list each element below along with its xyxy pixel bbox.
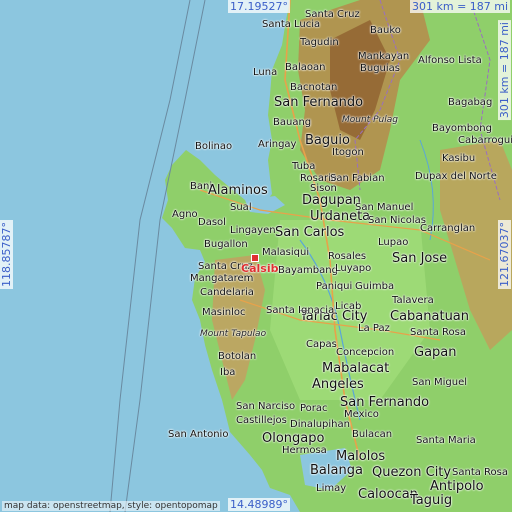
city-label: Itogon <box>332 147 364 158</box>
right-longitude: 121.67037° <box>498 220 511 289</box>
city-label: Santa Lucia <box>262 19 321 30</box>
city-label: San Miguel <box>412 377 468 388</box>
city-label: Alfonso Lista <box>418 55 482 66</box>
city-label: Dagupan <box>302 193 361 208</box>
city-label: San Fernando <box>274 95 364 110</box>
city-label: La Paz <box>358 323 390 334</box>
city-label: Hermosa <box>282 445 327 456</box>
city-label: Dinalupihan <box>290 419 350 430</box>
city-label: San Jose <box>392 251 448 266</box>
city-label: Olongapo <box>262 431 325 446</box>
city-label: Santa Rosa <box>452 467 508 478</box>
city-label: Cabanatuan <box>390 309 470 324</box>
city-label: San Antonio <box>168 429 229 440</box>
scale-bar-horizontal: 301 km = 187 mi <box>410 0 511 13</box>
city-label: Aringay <box>258 139 297 150</box>
mountain-label: Mount Tapulao <box>200 329 267 339</box>
city-label: Mabalacat <box>322 361 390 376</box>
target-label: Calsib <box>241 262 279 275</box>
city-label: Castillejos <box>236 415 287 426</box>
city-label: Santa Ignacia <box>266 305 335 316</box>
city-label: Santa Rosa <box>410 327 466 338</box>
city-label: Kasibu <box>442 153 476 164</box>
city-label: Capas <box>306 339 337 350</box>
city-label: San Nicolas <box>368 215 426 226</box>
top-latitude: 17.19527° <box>228 0 290 13</box>
city-label: Carranglan <box>420 223 476 234</box>
city-label: Bauko <box>370 25 401 36</box>
city-label: Candelaria <box>200 287 254 298</box>
map-view[interactable]: Santa Cruz Santa Lucia Tagudin Bauko Man… <box>0 0 512 512</box>
city-label: Paniqui <box>316 281 353 292</box>
city-label: Balaoan <box>285 62 326 73</box>
city-label: San Manuel <box>355 202 414 213</box>
city-label: Bugallon <box>204 239 248 250</box>
city-label: Santa Maria <box>416 435 476 446</box>
city-label: Baguio <box>305 133 350 148</box>
city-label: Quezon City <box>372 465 452 480</box>
city-label: Bayombong <box>432 123 492 134</box>
scale-bar-vertical: 301 km = 187 mi <box>498 20 511 121</box>
city-label: Guimba <box>355 281 395 292</box>
city-label: Masinloc <box>202 307 246 318</box>
city-label: Tagudin <box>300 37 339 48</box>
city-label: Luna <box>253 67 278 78</box>
city-label: Talavera <box>392 295 434 306</box>
city-label: Mankayan <box>358 51 410 62</box>
city-label: Bagabag <box>448 97 493 108</box>
city-label: Botolan <box>218 351 257 362</box>
map-attribution: map data: openstreetmap, style: opentopo… <box>2 501 220 511</box>
city-label: Dasol <box>198 217 226 228</box>
city-label: Bayambang <box>278 265 338 276</box>
city-label: Concepcion <box>336 347 395 358</box>
city-label: Caloocan <box>358 487 418 502</box>
city-label: Sual <box>230 202 252 213</box>
city-label: Lingayen <box>230 225 276 236</box>
city-label: Bauang <box>273 117 312 128</box>
city-label: Cabarroguis <box>458 135 512 146</box>
mountain-label: Mount Pulag <box>342 115 398 125</box>
city-label: Agno <box>172 209 198 220</box>
city-label: Bolinao <box>195 141 233 152</box>
city-label: Luyapo <box>335 263 372 274</box>
city-label: Taguig <box>410 493 453 508</box>
bottom-latitude: 14.48989° <box>228 498 290 511</box>
left-longitude: 118.85787° <box>0 220 13 289</box>
target-marker[interactable] <box>251 254 259 262</box>
city-label: San Fernando <box>340 395 430 410</box>
city-label: Alaminos <box>208 183 268 198</box>
city-label: Limay <box>316 483 347 494</box>
city-label: Rosales <box>328 251 367 262</box>
city-label: Tuba <box>292 161 316 172</box>
city-label: Balanga <box>310 463 363 478</box>
city-label: Dupax del Norte <box>415 171 497 182</box>
city-label: Antipolo <box>430 479 484 494</box>
city-label: Iba <box>220 367 236 378</box>
city-label: Malolos <box>336 449 386 464</box>
city-label: Porac <box>300 403 328 414</box>
city-label: Buguias <box>360 63 400 74</box>
city-label: Angeles <box>312 377 364 392</box>
city-label: Malasiqui <box>262 247 310 258</box>
city-label: San Carlos <box>275 225 345 240</box>
city-label: Bulacan <box>352 429 393 440</box>
city-label: San Fabian <box>330 173 385 184</box>
city-label: Gapan <box>414 345 457 360</box>
city-label: San Narciso <box>236 401 296 412</box>
city-label: Bacnotan <box>290 82 338 93</box>
city-label: Mangatarem <box>190 273 254 284</box>
city-label: Lupao <box>378 237 409 248</box>
